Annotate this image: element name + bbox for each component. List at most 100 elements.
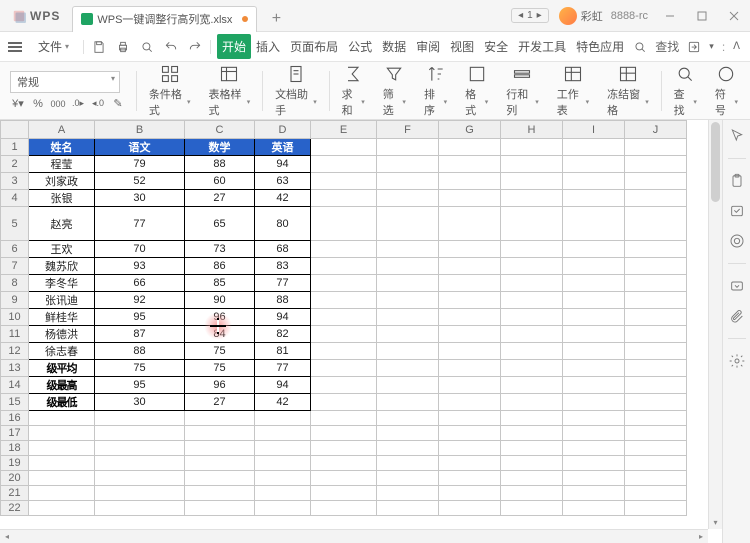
- name-cell[interactable]: 张讯迪: [29, 292, 95, 309]
- minimize-button[interactable]: [654, 0, 686, 32]
- row-header[interactable]: 21: [1, 486, 29, 501]
- row-header[interactable]: 9: [1, 292, 29, 309]
- data-cell[interactable]: 83: [255, 258, 311, 275]
- data-cell[interactable]: 75: [95, 360, 185, 377]
- row-header[interactable]: 17: [1, 426, 29, 441]
- table-style-button[interactable]: 表格样式: [203, 64, 257, 118]
- search-icon[interactable]: [633, 40, 647, 54]
- col-header[interactable]: I: [563, 121, 625, 139]
- name-cell[interactable]: 刘家政: [29, 173, 95, 190]
- row-header[interactable]: 8: [1, 275, 29, 292]
- worksheet-button[interactable]: 工作表: [551, 64, 595, 118]
- undo-icon[interactable]: [164, 40, 178, 54]
- row-header[interactable]: 3: [1, 173, 29, 190]
- name-cell[interactable]: 张银: [29, 190, 95, 207]
- chevron-down-icon[interactable]: ▾: [709, 41, 714, 52]
- row-header[interactable]: 15: [1, 394, 29, 411]
- vertical-scrollbar[interactable]: ▾: [708, 120, 722, 529]
- data-cell[interactable]: 94: [255, 377, 311, 394]
- file-tab[interactable]: WPS一键调整行高列宽.xlsx: [72, 6, 257, 32]
- menu-tab-2[interactable]: 页面布局: [285, 34, 343, 59]
- data-cell[interactable]: 81: [255, 343, 311, 360]
- name-cell[interactable]: 程莹: [29, 156, 95, 173]
- name-cell[interactable]: 级平均: [29, 360, 95, 377]
- table-header-cell[interactable]: 语文: [95, 139, 185, 156]
- data-cell[interactable]: 95: [95, 309, 185, 326]
- cond-format-button[interactable]: 条件格式: [143, 64, 197, 118]
- row-header[interactable]: 19: [1, 456, 29, 471]
- row-header[interactable]: 10: [1, 309, 29, 326]
- row-header[interactable]: 20: [1, 471, 29, 486]
- data-cell[interactable]: 88: [255, 292, 311, 309]
- menu-tab-4[interactable]: 数据: [377, 34, 411, 59]
- data-cell[interactable]: 30: [95, 190, 185, 207]
- col-header[interactable]: J: [625, 121, 687, 139]
- col-header[interactable]: C: [185, 121, 255, 139]
- data-cell[interactable]: 68: [255, 241, 311, 258]
- data-cell[interactable]: 30: [95, 394, 185, 411]
- backup-icon[interactable]: [729, 278, 745, 294]
- data-cell[interactable]: 85: [185, 275, 255, 292]
- select-icon[interactable]: [729, 128, 745, 144]
- select-all-corner[interactable]: [1, 121, 29, 139]
- symbol-button[interactable]: 符号: [709, 64, 744, 118]
- data-cell[interactable]: 65: [185, 207, 255, 241]
- name-cell[interactable]: 王欢: [29, 241, 95, 258]
- name-cell[interactable]: 级最低: [29, 394, 95, 411]
- row-header[interactable]: 5: [1, 207, 29, 241]
- maximize-button[interactable]: [686, 0, 718, 32]
- save-icon[interactable]: [92, 40, 106, 54]
- filter-button[interactable]: 筛选: [377, 64, 412, 118]
- redo-icon[interactable]: [188, 40, 202, 54]
- row-header[interactable]: 18: [1, 441, 29, 456]
- data-cell[interactable]: 42: [255, 394, 311, 411]
- print-preview-icon[interactable]: [140, 40, 154, 54]
- data-cell[interactable]: 95: [95, 377, 185, 394]
- rowcol-button[interactable]: 行和列: [500, 64, 544, 118]
- menu-tab-1[interactable]: 插入: [251, 34, 285, 59]
- row-header[interactable]: 4: [1, 190, 29, 207]
- row-header[interactable]: 6: [1, 241, 29, 258]
- col-header[interactable]: F: [377, 121, 439, 139]
- row-header[interactable]: 7: [1, 258, 29, 275]
- col-header[interactable]: H: [501, 121, 563, 139]
- data-cell[interactable]: 77: [255, 275, 311, 292]
- name-cell[interactable]: 鲜桂华: [29, 309, 95, 326]
- row-header[interactable]: 16: [1, 411, 29, 426]
- data-cell[interactable]: 75: [185, 360, 255, 377]
- col-header[interactable]: A: [29, 121, 95, 139]
- file-menu[interactable]: 文件: [30, 35, 77, 58]
- data-cell[interactable]: 77: [255, 360, 311, 377]
- tab-pager[interactable]: ◂1▸: [511, 8, 549, 23]
- data-cell[interactable]: 86: [185, 258, 255, 275]
- dec-inc-icon[interactable]: .0▸: [70, 97, 86, 111]
- share-icon[interactable]: [687, 40, 701, 54]
- data-cell[interactable]: 27: [185, 190, 255, 207]
- avatar[interactable]: [559, 7, 577, 25]
- menu-tab-3[interactable]: 公式: [343, 34, 377, 59]
- close-button[interactable]: [718, 0, 750, 32]
- name-cell[interactable]: 级最高: [29, 377, 95, 394]
- horizontal-scrollbar[interactable]: ◂▸: [0, 529, 708, 543]
- data-cell[interactable]: 94: [255, 309, 311, 326]
- table-header-cell[interactable]: 姓名: [29, 139, 95, 156]
- task-icon[interactable]: [729, 203, 745, 219]
- sheet-grid[interactable]: ABCDEFGHIJ1姓名语文数学英语2程莹7988943刘家政5260634张…: [0, 120, 722, 543]
- data-cell[interactable]: 52: [95, 173, 185, 190]
- row-header[interactable]: 11: [1, 326, 29, 343]
- data-cell[interactable]: 84: [185, 326, 255, 343]
- row-header[interactable]: 13: [1, 360, 29, 377]
- col-header[interactable]: D: [255, 121, 311, 139]
- col-header[interactable]: E: [311, 121, 377, 139]
- number-format-select[interactable]: 常规: [10, 71, 120, 93]
- row-header[interactable]: 12: [1, 343, 29, 360]
- menu-tab-0[interactable]: 开始: [217, 34, 251, 59]
- hamburger-icon[interactable]: [4, 42, 26, 52]
- data-cell[interactable]: 94: [255, 156, 311, 173]
- data-cell[interactable]: 93: [95, 258, 185, 275]
- data-cell[interactable]: 90: [185, 292, 255, 309]
- col-header[interactable]: B: [95, 121, 185, 139]
- menu-tab-8[interactable]: 开发工具: [513, 34, 571, 59]
- name-cell[interactable]: 赵亮: [29, 207, 95, 241]
- data-cell[interactable]: 82: [255, 326, 311, 343]
